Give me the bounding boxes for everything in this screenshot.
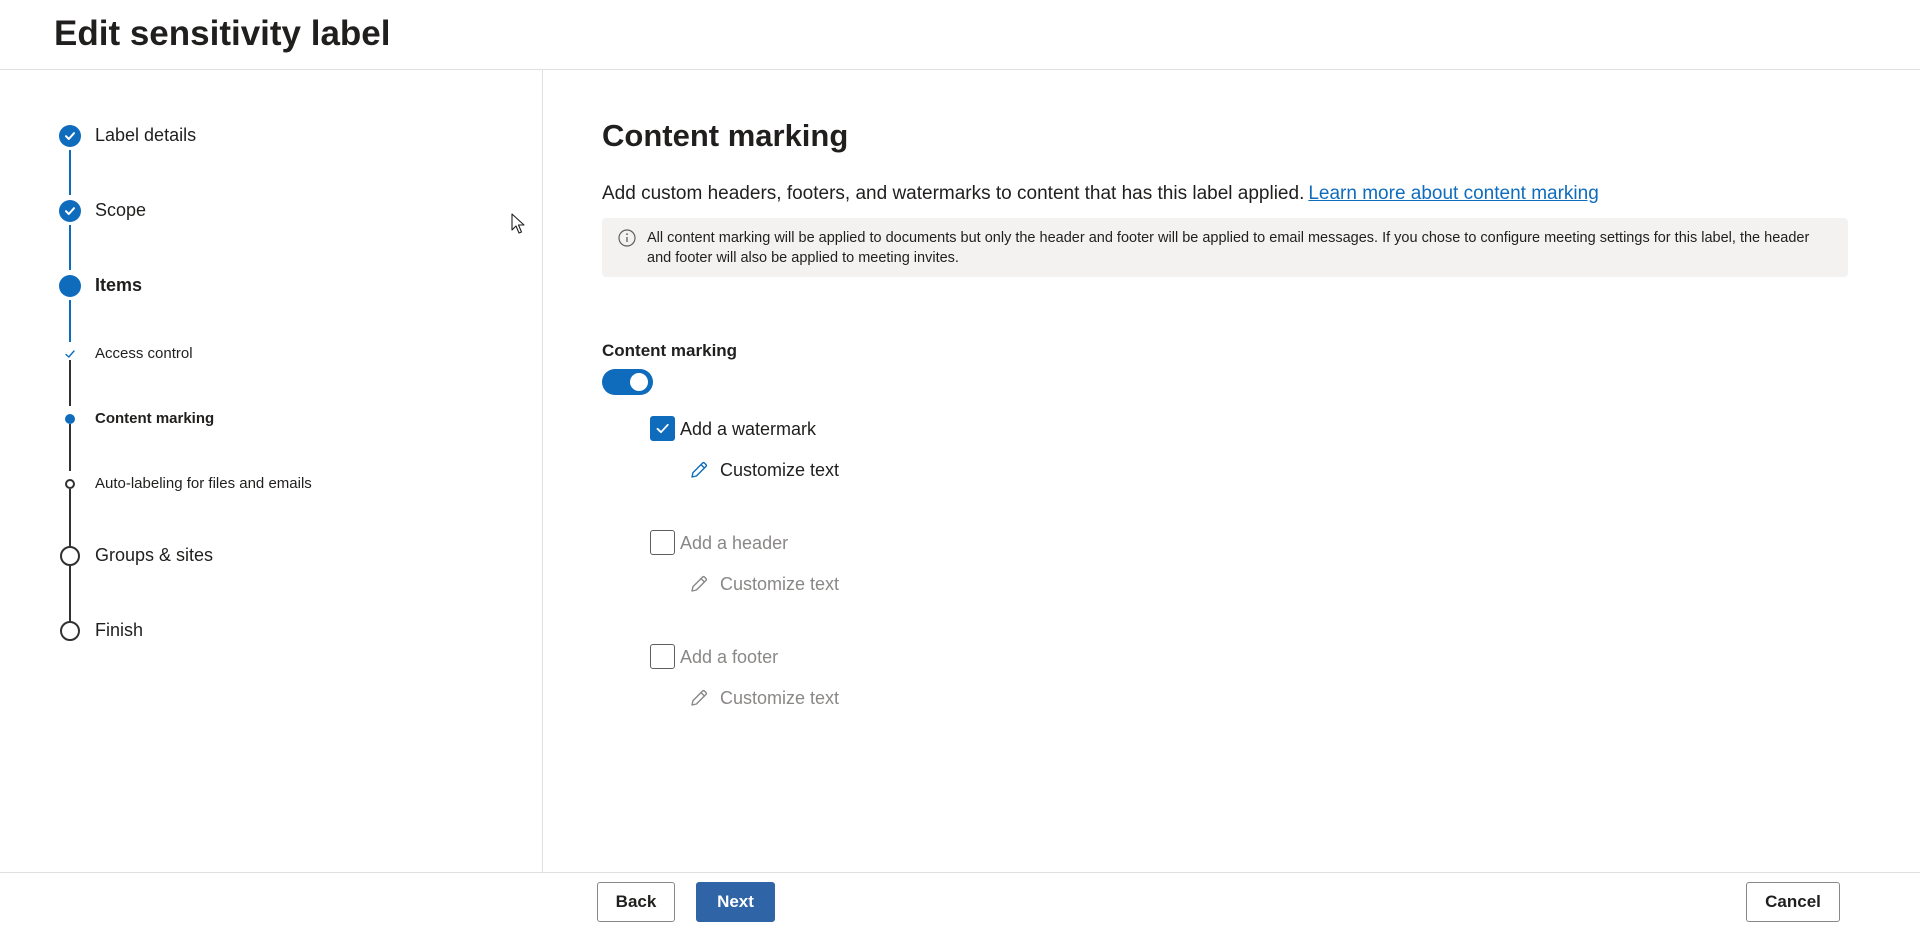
step-connector [69,360,71,406]
step-completed-check-icon [59,125,81,147]
back-button[interactable]: Back [597,882,675,922]
step-connector [69,424,71,471]
next-button[interactable]: Next [696,882,775,922]
cancel-button[interactable]: Cancel [1746,882,1840,922]
pencil-icon [691,461,708,478]
step-label: Finish [95,620,144,640]
step-label: Items [95,275,143,295]
step-label: Scope [95,200,147,220]
wizard-footer: Back Next Cancel [0,872,1920,926]
step-connector [69,489,71,546]
section-title: Content marking [602,118,849,153]
toggle-knob [630,373,648,391]
step-connector [69,566,71,621]
content-marking-toggle[interactable] [602,369,653,395]
section-description: Add custom headers, footers, and waterma… [602,183,1599,205]
content-marking-toggle-label: Content marking [602,341,738,360]
info-message-bar: All content marking will be applied to d… [602,218,1848,277]
footer-customize-text-link[interactable]: Customize text [688,685,839,711]
substep-pending-circle-icon [65,479,75,489]
step-label: Label details [95,125,197,145]
checkmark-icon [656,423,669,434]
pencil-icon [691,575,708,592]
page-title: Edit sensitivity label [54,14,391,53]
step-current-dot-icon [59,275,81,297]
footer-label[interactable]: Add a footer [680,647,778,668]
watermark-label[interactable]: Add a watermark [680,419,816,440]
pencil-icon [691,689,708,706]
watermark-checkbox[interactable] [650,416,675,441]
substep-label: Auto-labeling for files and emails [95,475,312,492]
step-connector [69,225,71,270]
step-connector [69,150,71,195]
step-completed-check-icon [59,200,81,222]
header-label[interactable]: Add a header [680,533,788,554]
footer-checkbox[interactable] [650,644,675,669]
step-connector [69,300,71,342]
customize-text-label: Customize text [720,573,840,594]
step-label: Groups & sites [95,545,214,565]
description-text: Add custom headers, footers, and waterma… [602,183,1305,204]
watermark-customize-text-link[interactable]: Customize text [688,457,839,483]
header-checkbox[interactable] [650,530,675,555]
substep-label: Access control [95,345,193,362]
header-customize-text-link[interactable]: Customize text [688,571,839,597]
step-pending-circle-icon [60,546,80,566]
substep-label: Content marking [95,410,215,427]
mouse-cursor-icon [511,213,525,234]
learn-more-link[interactable]: Learn more about content marking [1308,183,1598,204]
info-message-text: All content marking will be applied to d… [647,230,1810,266]
step-pending-circle-icon [60,621,80,641]
customize-text-label: Customize text [720,459,840,480]
substep-current-dot-icon [65,414,75,424]
customize-text-label: Customize text [720,687,840,708]
page-header: Edit sensitivity label [0,0,1920,70]
wizard-stepper: Label details Scope Items Access control… [0,70,543,872]
info-icon [618,229,636,247]
main-content: Content marking Add custom headers, foot… [544,70,1920,872]
substep-check-icon [62,346,78,362]
